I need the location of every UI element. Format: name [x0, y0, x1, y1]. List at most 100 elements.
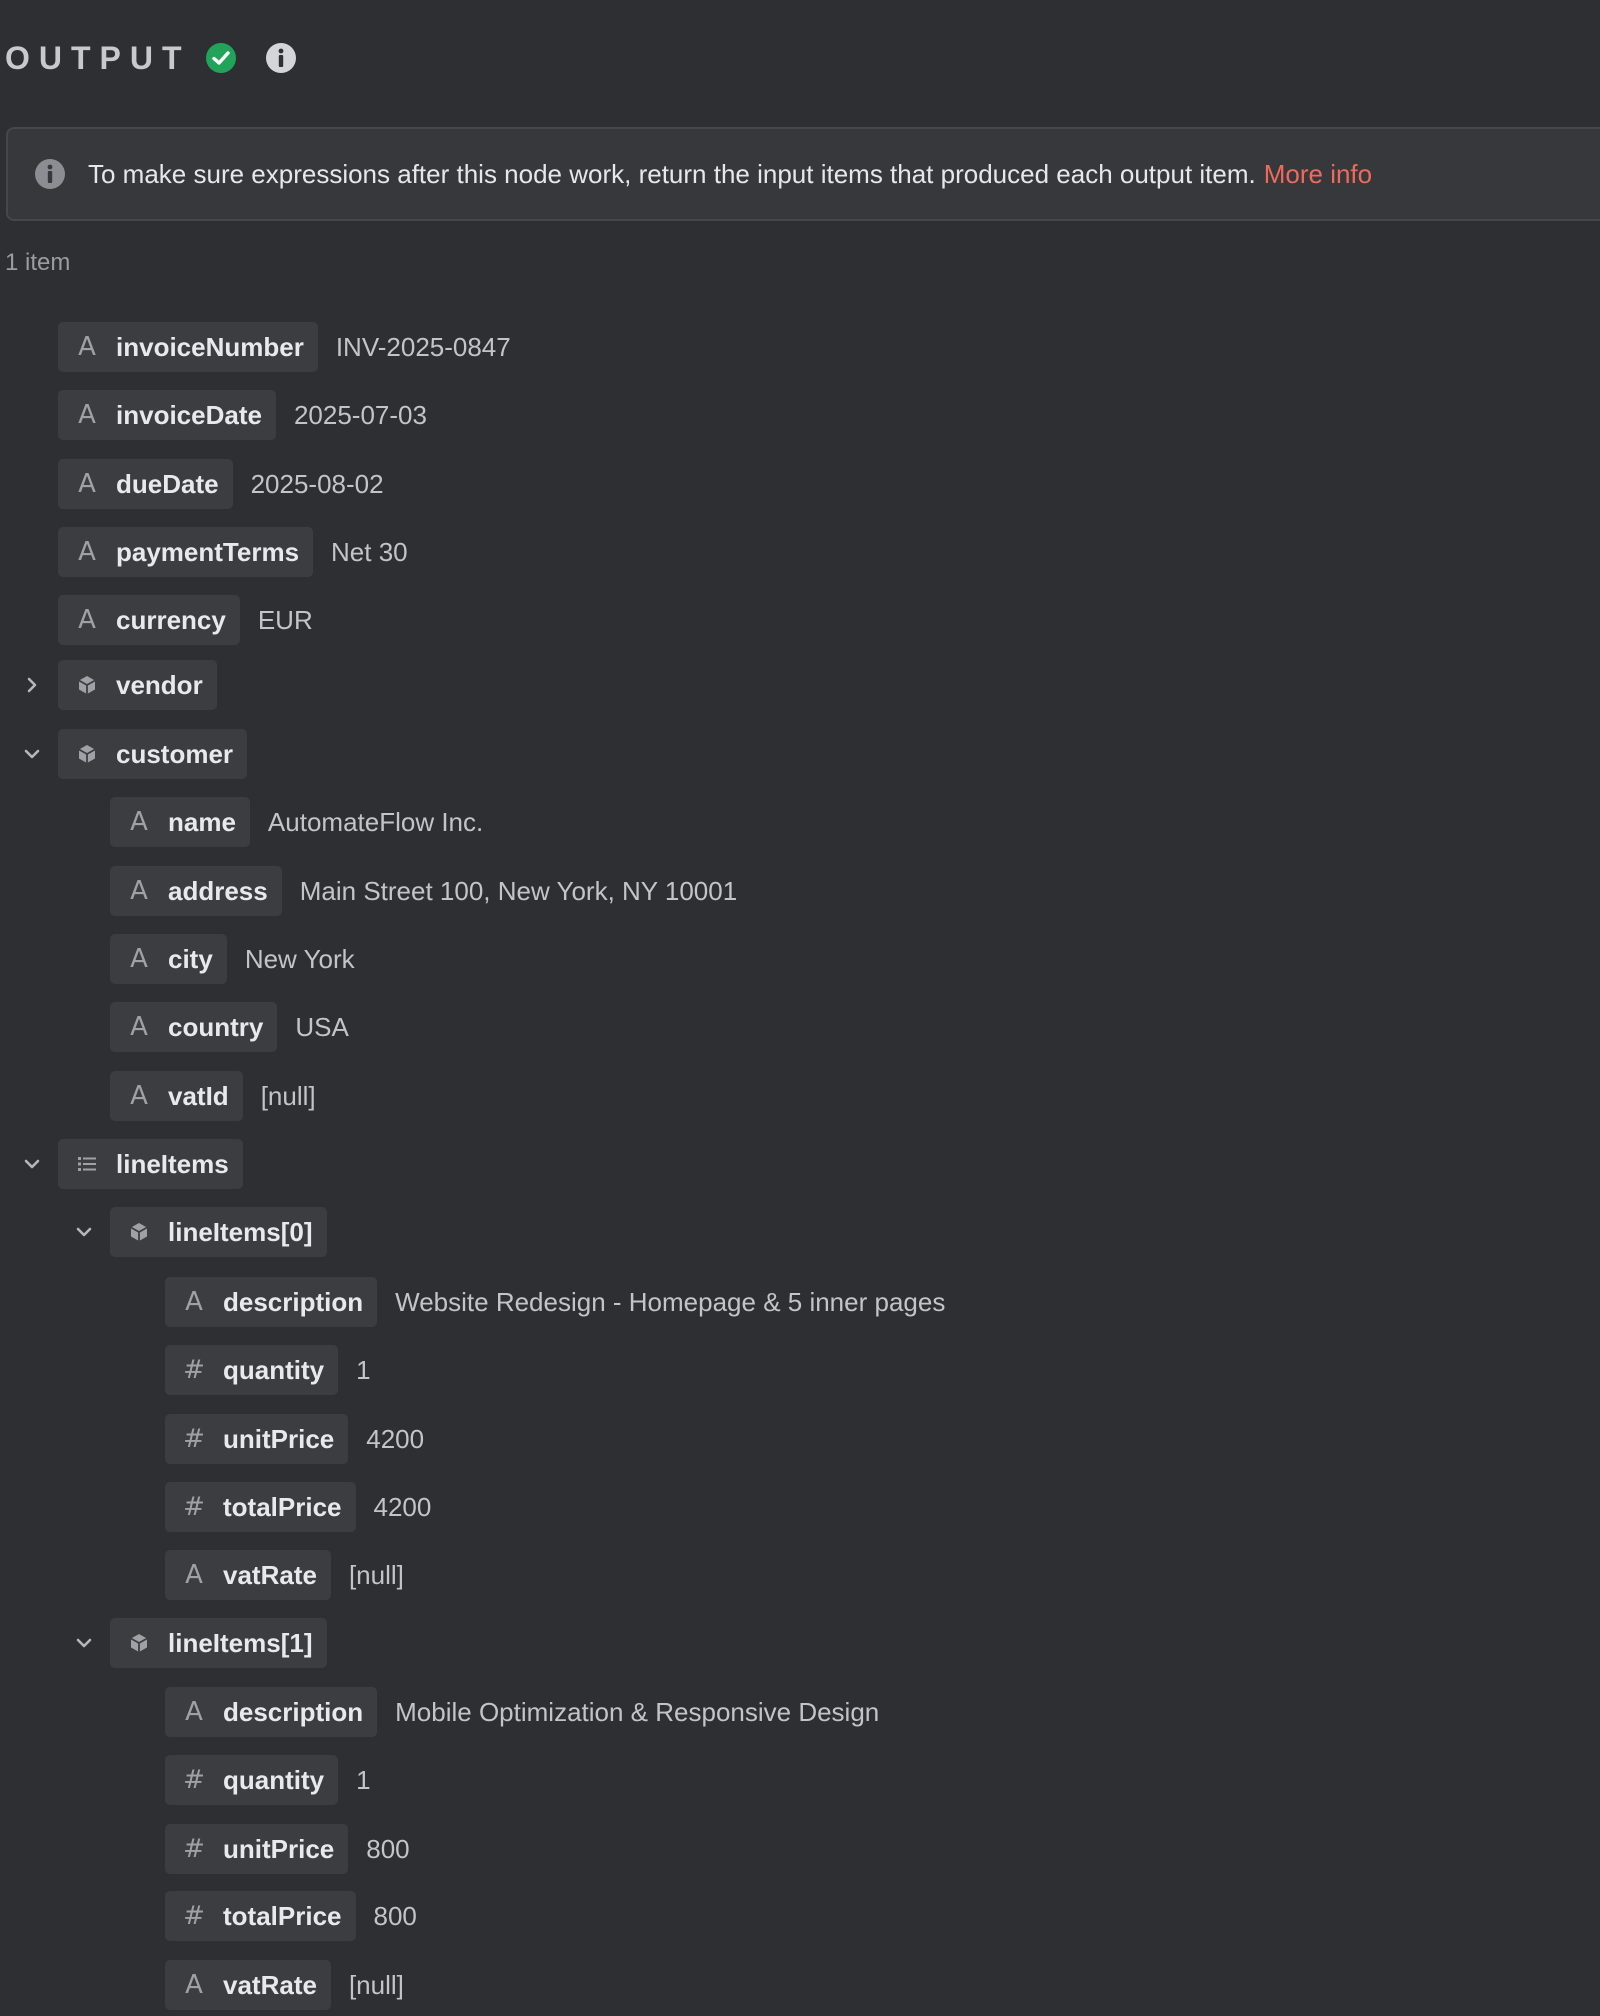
- field-key-pill[interactable]: lineItems[1]: [110, 1618, 327, 1668]
- field-value: [null]: [348, 1969, 404, 2000]
- field-row-vendor: vendor: [58, 660, 217, 710]
- field-value: USA: [295, 1011, 349, 1042]
- more-info-link[interactable]: More info: [1264, 159, 1372, 190]
- field-key-pill[interactable]: customer: [58, 729, 248, 779]
- field-key-pill[interactable]: A invoiceNumber: [58, 322, 318, 372]
- field-value: 1: [356, 1764, 371, 1795]
- field-key-pill[interactable]: A vatRate: [165, 1960, 331, 2010]
- number-type-icon: #: [183, 1901, 205, 1931]
- item-count: 1 item: [5, 249, 71, 276]
- field-row-customer-address: A address Main Street 100, New York, NY …: [110, 866, 737, 916]
- field-value: 800: [366, 1833, 410, 1864]
- field-key: totalPrice: [223, 1491, 342, 1522]
- field-key: address: [168, 875, 268, 906]
- field-key-pill[interactable]: # quantity: [165, 1345, 339, 1395]
- field-key: vatRate: [223, 1969, 317, 2000]
- string-type-icon: A: [78, 332, 96, 362]
- chevron-down-icon[interactable]: [70, 1218, 98, 1246]
- chevron-down-icon[interactable]: [70, 1629, 98, 1657]
- field-key-pill[interactable]: A invoiceDate: [58, 390, 276, 440]
- field-value: AutomateFlow Inc.: [267, 806, 484, 837]
- object-cube-icon: [72, 673, 102, 697]
- string-type-icon: A: [78, 537, 96, 567]
- field-row-customer: customer: [58, 729, 248, 779]
- field-value: 2025-08-02: [250, 468, 384, 499]
- string-type-icon: A: [185, 1697, 203, 1727]
- field-key-pill[interactable]: lineItems[0]: [110, 1207, 327, 1257]
- object-cube-icon: [124, 1220, 154, 1244]
- field-key: quantity: [223, 1764, 325, 1795]
- field-row-currency: A currency EUR: [58, 595, 313, 645]
- field-value: New York: [244, 943, 355, 974]
- field-value: Main Street 100, New York, NY 10001: [299, 875, 738, 906]
- field-value: 4200: [366, 1423, 425, 1454]
- field-key-pill[interactable]: A description: [165, 1687, 378, 1737]
- field-key: description: [223, 1696, 364, 1727]
- string-type-icon: A: [185, 1560, 203, 1590]
- field-key-pill[interactable]: A dueDate: [58, 459, 233, 509]
- field-value: 1: [356, 1354, 371, 1385]
- field-key: dueDate: [116, 468, 219, 499]
- object-cube-icon: [72, 742, 102, 766]
- string-type-icon: A: [130, 1012, 148, 1042]
- field-key-pill[interactable]: vendor: [58, 660, 217, 710]
- chevron-down-icon[interactable]: [18, 740, 46, 768]
- field-value: Mobile Optimization & Responsive Design: [395, 1696, 880, 1727]
- field-row-vatRate: A vatRate [null]: [165, 1960, 404, 2010]
- field-key: invoiceNumber: [116, 331, 304, 362]
- string-type-icon: A: [78, 605, 96, 635]
- field-key-pill[interactable]: lineItems: [58, 1139, 243, 1189]
- field-key: lineItems[1]: [168, 1627, 313, 1658]
- field-value: [null]: [260, 1080, 316, 1111]
- field-key: description: [223, 1286, 364, 1317]
- field-row-dueDate: A dueDate 2025-08-02: [58, 459, 384, 509]
- field-row-unitPrice: # unitPrice 800: [165, 1824, 410, 1874]
- field-row-description: A description Website Redesign - Homepag…: [165, 1277, 945, 1327]
- field-key-pill[interactable]: A description: [165, 1277, 378, 1327]
- field-row-lineItems-1: lineItems[1]: [110, 1618, 327, 1668]
- field-value: 800: [373, 1900, 417, 1931]
- field-key-pill[interactable]: A address: [110, 866, 282, 916]
- field-key-pill[interactable]: A vatId: [110, 1071, 243, 1121]
- chevron-down-icon[interactable]: [18, 1150, 46, 1178]
- field-key: vendor: [116, 669, 203, 700]
- field-key: unitPrice: [223, 1423, 335, 1454]
- field-key: currency: [116, 604, 226, 635]
- field-row-totalPrice: # totalPrice 800: [165, 1891, 417, 1941]
- string-type-icon: A: [78, 469, 96, 499]
- field-key: vatId: [168, 1080, 229, 1111]
- output-header: OUTPUT: [5, 38, 297, 78]
- field-row-customer-vatId: A vatId [null]: [110, 1071, 316, 1121]
- field-key-pill[interactable]: A currency: [58, 595, 240, 645]
- number-type-icon: #: [183, 1492, 205, 1522]
- field-row-lineItems: lineItems: [58, 1139, 243, 1189]
- list-icon: [72, 1152, 102, 1176]
- field-key-pill[interactable]: A country: [110, 1002, 278, 1052]
- field-row-unitPrice: # unitPrice 4200: [165, 1414, 424, 1464]
- info-icon[interactable]: [265, 42, 297, 74]
- field-key-pill[interactable]: A vatRate: [165, 1550, 331, 1600]
- field-key-pill[interactable]: # quantity: [165, 1755, 339, 1805]
- chevron-right-icon[interactable]: [18, 671, 46, 699]
- field-row-quantity: # quantity 1: [165, 1345, 371, 1395]
- string-type-icon: A: [130, 1081, 148, 1111]
- field-key: city: [168, 943, 213, 974]
- field-key: paymentTerms: [116, 536, 300, 567]
- field-key-pill[interactable]: A name: [110, 797, 250, 847]
- string-type-icon: A: [130, 876, 148, 906]
- field-key-pill[interactable]: # unitPrice: [165, 1824, 349, 1874]
- field-row-quantity: # quantity 1: [165, 1755, 371, 1805]
- notice-banner: To make sure expressions after this node…: [6, 127, 1600, 221]
- field-row-lineItems-0: lineItems[0]: [110, 1207, 327, 1257]
- field-key-pill[interactable]: # unitPrice: [165, 1414, 349, 1464]
- field-key: name: [168, 806, 236, 837]
- field-row-vatRate: A vatRate [null]: [165, 1550, 404, 1600]
- field-key-pill[interactable]: A city: [110, 934, 227, 984]
- field-key-pill[interactable]: A paymentTerms: [58, 527, 314, 577]
- field-row-paymentTerms: A paymentTerms Net 30: [58, 527, 408, 577]
- field-key-pill[interactable]: # totalPrice: [165, 1482, 356, 1532]
- field-row-customer-country: A country USA: [110, 1002, 349, 1052]
- number-type-icon: #: [183, 1834, 205, 1864]
- field-key-pill[interactable]: # totalPrice: [165, 1891, 356, 1941]
- string-type-icon: A: [130, 944, 148, 974]
